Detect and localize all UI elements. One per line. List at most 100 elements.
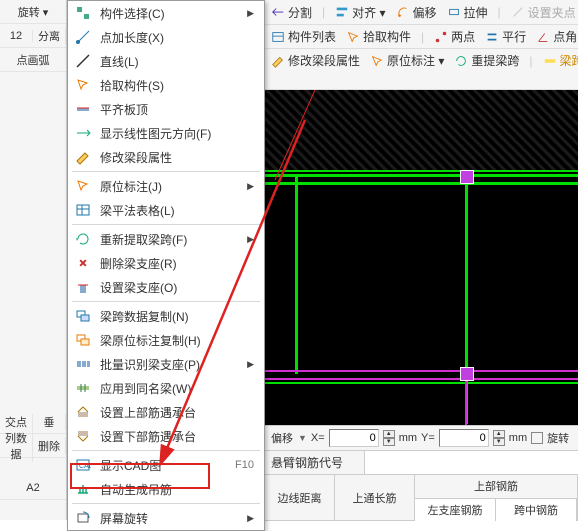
menu-label: 修改梁段属性 (100, 149, 254, 166)
status-bar: 偏移▼ X= ▲▼ mm Y= ▲▼ mm 旋转 (265, 425, 578, 450)
menu-item[interactable]: 重新提取梁跨(F)▶ (68, 227, 264, 251)
modify-span-button[interactable]: 修改梁段属性 (271, 52, 360, 69)
y-spinner[interactable]: ▲▼ (493, 430, 505, 446)
col-left-support[interactable]: 左支座钢筋 (415, 499, 496, 522)
inplace-label-button[interactable]: 原位标注 ▾ (370, 52, 444, 69)
relabel-span-button[interactable]: 重提梁跨 (454, 52, 519, 69)
offset-label: 偏移 (271, 430, 293, 446)
menu-label: 删除梁支座(R) (100, 255, 254, 272)
span-tail-button[interactable]: 梁跨 (543, 52, 578, 69)
menu-item[interactable]: 拾取构件(S) (68, 73, 264, 97)
align-button[interactable]: 对齐 ▾ (335, 4, 385, 21)
x-input[interactable] (329, 429, 379, 447)
tab-column-data[interactable]: 列数据 (0, 430, 33, 462)
menu-icon (74, 177, 92, 195)
col-top-long[interactable]: 上通长筋 (335, 475, 414, 521)
submenu-arrow-icon: ▶ (247, 234, 254, 245)
menu-icon (74, 278, 92, 296)
menu-icon (74, 76, 92, 94)
menu-label: 显示CAD图 (100, 457, 227, 474)
menu-shortcut: F10 (235, 459, 254, 471)
component-list-button[interactable]: 构件列表 (271, 28, 336, 45)
menu-label: 平齐板顶 (100, 101, 254, 118)
stretch-button[interactable]: 拉伸 (447, 4, 488, 21)
menu-icon (74, 201, 92, 219)
pick-component-button[interactable]: 拾取构件 (346, 28, 411, 45)
menu-label: 屏幕旋转 (100, 510, 239, 527)
menu-icon (74, 254, 92, 272)
menu-item[interactable]: 设置下部筋遇承台 (68, 424, 264, 448)
menu-icon (74, 480, 92, 498)
menu-item[interactable]: 删除梁支座(R) (68, 251, 264, 275)
menu-icon (74, 230, 92, 248)
separate-label[interactable]: 分离 (33, 28, 66, 44)
menu-label: 显示线性图元方向(F) (100, 125, 254, 142)
menu-label: 设置上部筋遇承台 (100, 404, 254, 421)
rotate-checkbox[interactable] (531, 432, 543, 444)
menu-label: 点加长度(X) (100, 29, 254, 46)
menu-separator (72, 301, 260, 302)
menu-label: 拾取构件(S) (100, 77, 254, 94)
tab-delete[interactable]: 删除 (33, 438, 66, 454)
menu-icon (74, 509, 92, 527)
rotate-dropdown[interactable]: 旋转 ▾ (0, 0, 66, 24)
menu-icon (74, 52, 92, 70)
menu-item[interactable]: 梁跨数据复制(N) (68, 304, 264, 328)
menu-item[interactable]: 平齐板顶 (68, 97, 264, 121)
col-top-rebar: 上部钢筋 (415, 475, 577, 499)
menu-item[interactable]: 梁原位标注复制(H) (68, 328, 264, 352)
point-angle-button[interactable]: 点角 (536, 28, 577, 45)
x-spinner[interactable]: ▲▼ (383, 430, 395, 446)
menu-item[interactable]: 设置梁支座(O) (68, 275, 264, 299)
perpendicular-snap[interactable]: 垂 (33, 414, 66, 430)
svg-text:CAD: CAD (79, 463, 91, 470)
parallel-button[interactable]: 平行 (485, 28, 526, 45)
sheet-a2[interactable]: A2 (0, 476, 66, 500)
menu-item[interactable]: 设置上部筋遇承台 (68, 400, 264, 424)
menu-label: 梁平法表格(L) (100, 202, 254, 219)
menu-item[interactable]: 梁平法表格(L) (68, 198, 264, 222)
y-input[interactable] (439, 429, 489, 447)
menu-icon (74, 379, 92, 397)
menu-item[interactable]: 点加长度(X) (68, 25, 264, 49)
submenu-arrow-icon: ▶ (247, 8, 254, 19)
menu-item[interactable]: 自动生成吊筋 (68, 477, 264, 501)
intersect-snap[interactable]: 交点 (0, 414, 33, 430)
menu-label: 构件选择(C) (100, 5, 239, 22)
menu-icon (74, 403, 92, 421)
menu-item[interactable]: 批量识别梁支座(P)▶ (68, 352, 264, 376)
menu-separator (72, 503, 260, 504)
menu-label: 梁原位标注复制(H) (100, 332, 254, 349)
menu-label: 设置梁支座(O) (100, 279, 254, 296)
rebar-table: 悬臂钢筋代号 边线距离 上通长筋 上部钢筋 左支座钢筋 跨中钢筋 (265, 450, 578, 520)
menu-item[interactable]: 直线(L) (68, 49, 264, 73)
two-point-button[interactable]: 两点 (434, 28, 475, 45)
drawing-canvas[interactable] (265, 90, 578, 425)
split-button[interactable]: 分割 (271, 4, 312, 21)
menu-icon (74, 124, 92, 142)
submenu-arrow-icon: ▶ (247, 513, 254, 524)
menu-item[interactable]: 应用到同名梁(W) (68, 376, 264, 400)
top-toolbar: 分割 | 对齐 ▾ 偏移 拉伸 | 设置夹点 构件列表 拾取构件 | 两点 平行… (265, 0, 578, 90)
y-label: Y= (421, 432, 435, 444)
menu-label: 设置下部筋遇承台 (100, 428, 254, 445)
menu-item[interactable]: 原位标注(J)▶ (68, 174, 264, 198)
red-guide-line (265, 90, 578, 425)
menu-icon (74, 427, 92, 445)
menu-item[interactable]: 屏幕旋转 ▶ (68, 506, 264, 530)
menu-item[interactable]: CAD 显示CAD图 F10 (68, 453, 264, 477)
menu-icon (74, 307, 92, 325)
menu-icon (74, 100, 92, 118)
menu-label: 批量识别梁支座(P) (100, 356, 239, 373)
unit-mm: mm (509, 432, 527, 444)
menu-item[interactable]: 显示线性图元方向(F) (68, 121, 264, 145)
arc-by-point[interactable]: 点画弧 (0, 48, 66, 72)
left-strip: 旋转 ▾ 12 分离 点画弧 交点 垂 列数据 删除 A2 (0, 0, 67, 520)
col-midspan[interactable]: 跨中钢筋 (496, 499, 577, 522)
col-edge-distance[interactable]: 边线距离 (265, 475, 334, 521)
menu-label: 应用到同名梁(W) (100, 380, 254, 397)
offset-button[interactable]: 偏移 (396, 4, 437, 21)
menu-label: 自动生成吊筋 (100, 481, 254, 498)
menu-item[interactable]: 构件选择(C) ▶ (68, 1, 264, 25)
menu-item[interactable]: 修改梁段属性 (68, 145, 264, 169)
